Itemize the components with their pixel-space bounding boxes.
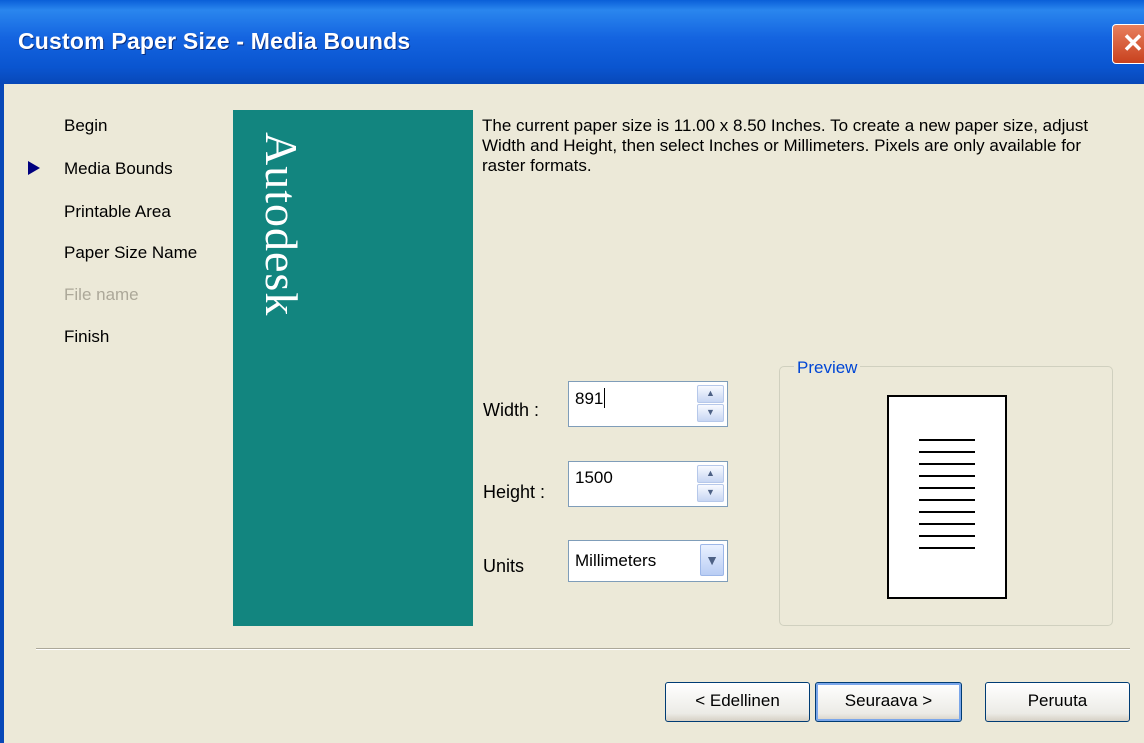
description-text: The current paper size is 11.00 x 8.50 I… xyxy=(482,116,1089,175)
preview-line xyxy=(919,523,975,525)
cancel-button[interactable]: Peruuta xyxy=(985,682,1130,722)
spin-down-icon[interactable]: ▼ xyxy=(697,484,724,502)
preview-line xyxy=(919,499,975,501)
autodesk-banner: Autodesk xyxy=(233,110,473,626)
preview-line xyxy=(919,475,975,477)
close-button[interactable]: ✕ xyxy=(1112,24,1144,64)
preview-line xyxy=(919,463,975,465)
text-caret xyxy=(604,388,606,408)
width-input[interactable]: 891 ▲ ▼ xyxy=(568,381,728,427)
arrow-right-icon xyxy=(28,161,40,175)
step-file-name: File name xyxy=(64,285,139,304)
preview-line xyxy=(919,439,975,441)
window-frame xyxy=(0,84,4,743)
title-bar: Custom Paper Size - Media Bounds ✕ xyxy=(0,0,1144,84)
spin-down-icon[interactable]: ▼ xyxy=(697,404,724,422)
units-value: Millimeters xyxy=(575,551,657,570)
autodesk-logo: Autodesk xyxy=(256,132,307,317)
step-media-bounds: Media Bounds xyxy=(28,159,173,179)
preview-title: Preview xyxy=(794,358,861,378)
back-button[interactable]: < Edellinen xyxy=(665,682,810,722)
height-spinner[interactable]: ▲ ▼ xyxy=(697,465,724,502)
separator xyxy=(36,648,1130,650)
width-label: Width : xyxy=(483,400,540,420)
height-input[interactable]: 1500 ▲ ▼ xyxy=(568,461,728,507)
height-value: 1500 xyxy=(575,468,613,487)
units-label: Units xyxy=(483,556,525,576)
step-finish: Finish xyxy=(64,327,110,346)
step-printable-area: Printable Area xyxy=(64,202,171,221)
next-button[interactable]: Seuraava > xyxy=(815,682,962,722)
step-paper-size-name: Paper Size Name xyxy=(64,243,198,262)
step-label: Media Bounds xyxy=(64,159,173,178)
preview-line xyxy=(919,511,975,513)
close-icon: ✕ xyxy=(1122,28,1144,58)
spin-up-icon[interactable]: ▲ xyxy=(697,385,724,403)
width-value: 891 xyxy=(575,388,606,408)
preview-line xyxy=(919,451,975,453)
width-spinner[interactable]: ▲ ▼ xyxy=(697,385,724,422)
paper-preview xyxy=(887,395,1007,599)
window-title: Custom Paper Size - Media Bounds xyxy=(18,28,411,54)
preview-line xyxy=(919,535,975,537)
preview-line xyxy=(919,487,975,489)
chevron-down-icon[interactable]: ▼ xyxy=(700,544,724,576)
step-begin: Begin xyxy=(64,116,108,135)
height-label: Height : xyxy=(483,482,546,502)
units-select[interactable]: Millimeters ▼ xyxy=(568,540,728,582)
preview-line xyxy=(919,547,975,549)
spin-up-icon[interactable]: ▲ xyxy=(697,465,724,483)
preview-group: Preview xyxy=(779,358,1113,626)
